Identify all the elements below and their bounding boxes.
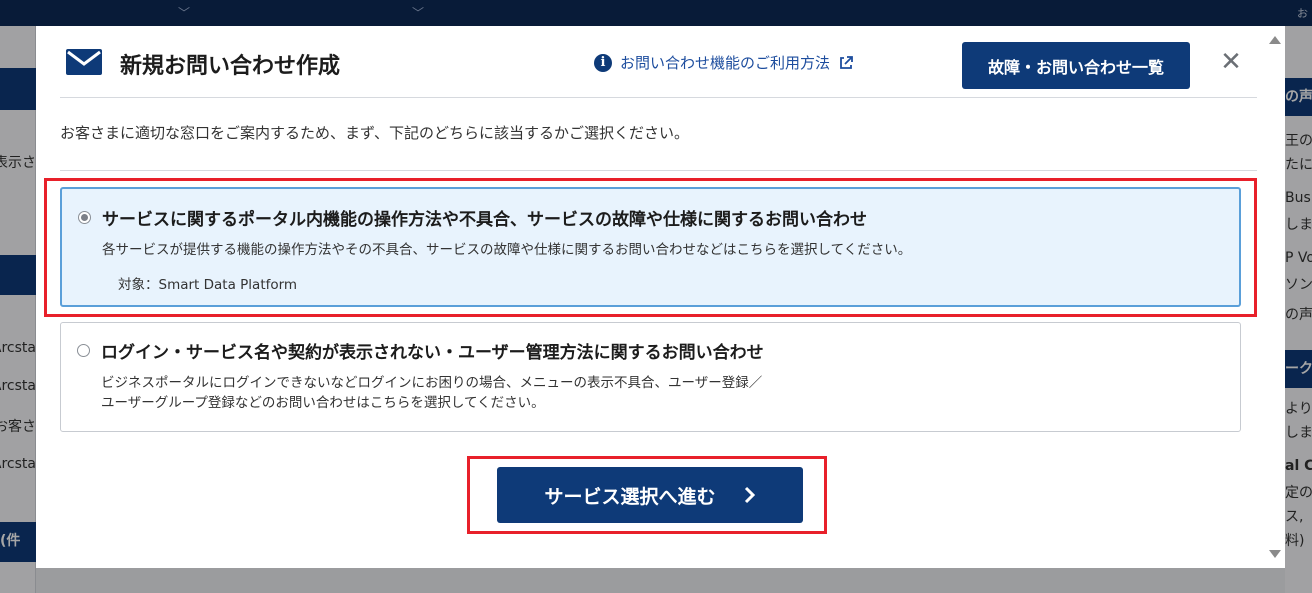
radio-login-inquiry[interactable]	[77, 344, 90, 357]
scroll-thumb[interactable]	[1268, 52, 1281, 542]
proceed-button-label: サービス選択へ進む	[544, 485, 716, 508]
option-title: サービスに関するポータル内機能の操作方法や不具合、サービスの故障や仕様に関するお…	[102, 210, 867, 230]
chevron-right-icon	[744, 486, 755, 504]
scroll-up-icon[interactable]	[1269, 36, 1281, 44]
help-link-label: お問い合わせ機能のご利用方法	[620, 54, 831, 72]
mail-icon	[66, 49, 102, 75]
option-service-inquiry[interactable]: サービスに関するポータル内機能の操作方法や不具合、サービスの故障や仕様に関するお…	[60, 187, 1241, 307]
scroll-down-icon[interactable]	[1269, 550, 1281, 558]
modal-header: 新規お問い合わせ作成 i お問い合わせ機能のご利用方法 故障・お問い合わせ一覧 …	[60, 26, 1257, 98]
inquiry-list-button[interactable]: 故障・お問い合わせ一覧	[962, 42, 1190, 89]
option-description: ユーザーグループ登録などのお問い合わせはこちらを選択してください。	[101, 395, 545, 411]
option-title: ログイン・サービス名や契約が表示されない・ユーザー管理方法に関するお問い合わせ	[101, 343, 764, 363]
modal-scrollbar[interactable]	[1264, 26, 1285, 568]
radio-service-inquiry[interactable]	[78, 211, 91, 224]
new-inquiry-modal: 新規お問い合わせ作成 i お問い合わせ機能のご利用方法 故障・お問い合わせ一覧 …	[36, 26, 1285, 568]
option-login-inquiry[interactable]: ログイン・サービス名や契約が表示されない・ユーザー管理方法に関するお問い合わせ …	[60, 322, 1241, 432]
help-link[interactable]: i お問い合わせ機能のご利用方法	[594, 52, 854, 73]
divider	[60, 170, 1257, 171]
external-link-icon	[840, 55, 853, 69]
modal-title: 新規お問い合わせ作成	[120, 54, 341, 79]
option-description: ビジネスポータルにログインできないなどログインにお困りの場合、メニューの表示不具…	[101, 375, 763, 391]
option-description: 各サービスが提供する機能の操作方法やその不具合、サービスの故障や仕様に関するお問…	[102, 242, 912, 258]
option-target: 対象：Smart Data Platform	[118, 277, 298, 293]
intro-text: お客さまに適切な窓口をご案内するため、まず、下記のどちらに該当するかご選択くださ…	[60, 124, 689, 142]
proceed-to-service-select-button[interactable]: サービス選択へ進む	[497, 467, 803, 523]
info-icon: i	[594, 53, 612, 72]
close-icon[interactable]: ✕	[1217, 47, 1245, 77]
